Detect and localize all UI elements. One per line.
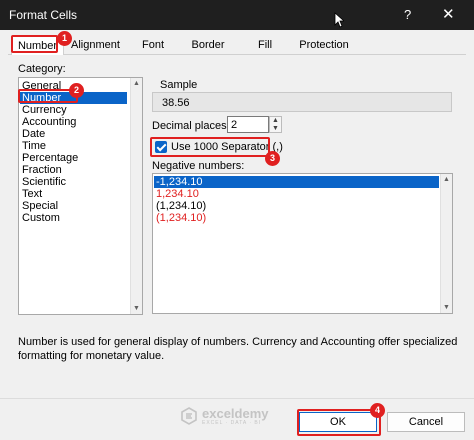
category-item-special[interactable]: Special bbox=[22, 200, 58, 212]
footer-divider bbox=[0, 398, 474, 399]
tab-protection[interactable]: Protection bbox=[294, 36, 354, 55]
tab-font[interactable]: Font bbox=[132, 36, 174, 55]
watermark-name: exceldemy bbox=[202, 406, 269, 421]
category-listbox[interactable]: General Number Currency Accounting Date … bbox=[18, 77, 143, 315]
decimal-places-spinner[interactable]: ▲ ▼ bbox=[269, 116, 282, 133]
spin-up-icon[interactable]: ▲ bbox=[272, 117, 279, 125]
spin-down-icon[interactable]: ▼ bbox=[272, 125, 279, 133]
negative-format-item-3[interactable]: (1,234.10) bbox=[156, 200, 206, 212]
decimal-places-label: Decimal places: bbox=[152, 120, 230, 132]
category-item-scientific[interactable]: Scientific bbox=[22, 176, 66, 188]
category-item-percentage[interactable]: Percentage bbox=[22, 152, 78, 164]
tab-alignment[interactable]: Alignment bbox=[68, 36, 123, 55]
category-item-time[interactable]: Time bbox=[22, 140, 46, 152]
exceldemy-logo-icon bbox=[181, 407, 197, 425]
scroll-down-icon[interactable]: ▼ bbox=[443, 304, 450, 311]
step-badge-4: 4 bbox=[370, 403, 385, 418]
negative-format-item-2[interactable]: 1,234.10 bbox=[156, 188, 199, 200]
negative-format-item-4[interactable]: (1,234.10) bbox=[156, 212, 206, 224]
mouse-cursor-icon bbox=[334, 12, 344, 28]
category-item-text[interactable]: Text bbox=[22, 188, 42, 200]
negative-numbers-label: Negative numbers: bbox=[152, 160, 245, 172]
category-label: Category: bbox=[18, 63, 66, 75]
step-badge-3: 3 bbox=[265, 151, 280, 166]
category-item-date[interactable]: Date bbox=[22, 128, 45, 140]
tab-border[interactable]: Border bbox=[186, 36, 230, 55]
scroll-up-icon[interactable]: ▲ bbox=[133, 80, 140, 87]
tab-fill[interactable]: Fill bbox=[248, 36, 282, 55]
category-item-currency[interactable]: Currency bbox=[22, 104, 67, 116]
sample-box: 38.56 bbox=[152, 92, 452, 112]
negative-format-item-1[interactable]: -1,234.10 bbox=[154, 176, 439, 188]
cancel-button[interactable]: Cancel bbox=[387, 412, 465, 432]
close-button[interactable]: ✕ bbox=[442, 5, 455, 23]
decimal-places-value: 2 bbox=[231, 119, 238, 131]
sample-label: Sample bbox=[160, 79, 198, 91]
annotation-box-separator bbox=[150, 137, 270, 157]
title-bar: Format Cells ? ✕ bbox=[0, 0, 474, 30]
decimal-places-input[interactable]: 2 bbox=[227, 116, 269, 133]
category-item-fraction[interactable]: Fraction bbox=[22, 164, 62, 176]
step-badge-1: 1 bbox=[57, 31, 72, 46]
step-badge-2: 2 bbox=[69, 83, 84, 98]
window-title: Format Cells bbox=[9, 8, 78, 22]
sample-value: 38.56 bbox=[162, 97, 190, 109]
negative-numbers-scrollbar[interactable]: ▲ ▼ bbox=[440, 174, 452, 313]
scroll-down-icon[interactable]: ▼ bbox=[133, 305, 140, 312]
tab-bar: Number Alignment Font Border Fill Protec… bbox=[8, 36, 466, 56]
category-item-custom[interactable]: Custom bbox=[22, 212, 60, 224]
negative-numbers-listbox[interactable]: -1,234.10 1,234.10 (1,234.10) (1,234.10)… bbox=[152, 173, 453, 314]
annotation-box-tab-number bbox=[11, 35, 58, 53]
scroll-up-icon[interactable]: ▲ bbox=[443, 176, 450, 183]
watermark-tag: EXCEL · DATA · BI bbox=[202, 420, 262, 426]
exceldemy-watermark: exceldemy EXCEL · DATA · BI bbox=[178, 405, 288, 427]
help-button[interactable]: ? bbox=[404, 7, 411, 22]
category-item-accounting[interactable]: Accounting bbox=[22, 116, 76, 128]
annotation-box-ok bbox=[297, 409, 381, 436]
category-scrollbar[interactable]: ▲ ▼ bbox=[130, 78, 142, 314]
category-description: Number is used for general display of nu… bbox=[18, 336, 458, 362]
